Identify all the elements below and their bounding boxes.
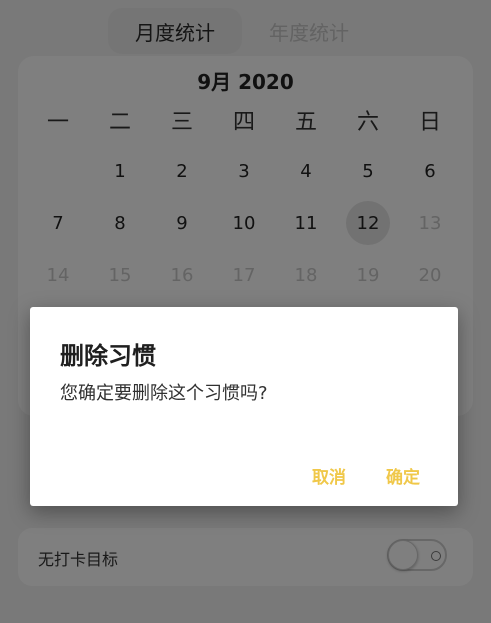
confirm-button[interactable]: 确定 bbox=[380, 459, 426, 492]
dialog-message: 您确定要删除这个习惯吗? bbox=[60, 383, 268, 404]
cancel-button[interactable]: 取消 bbox=[306, 459, 352, 492]
delete-habit-dialog: 删除习惯 您确定要删除这个习惯吗? 取消 确定 bbox=[30, 307, 458, 506]
screen: 月度统计 年度统计 9月 2020 一 二 三 四 五 六 日 1 2 3 4 … bbox=[0, 0, 491, 623]
dialog-title: 删除习惯 bbox=[60, 342, 156, 370]
